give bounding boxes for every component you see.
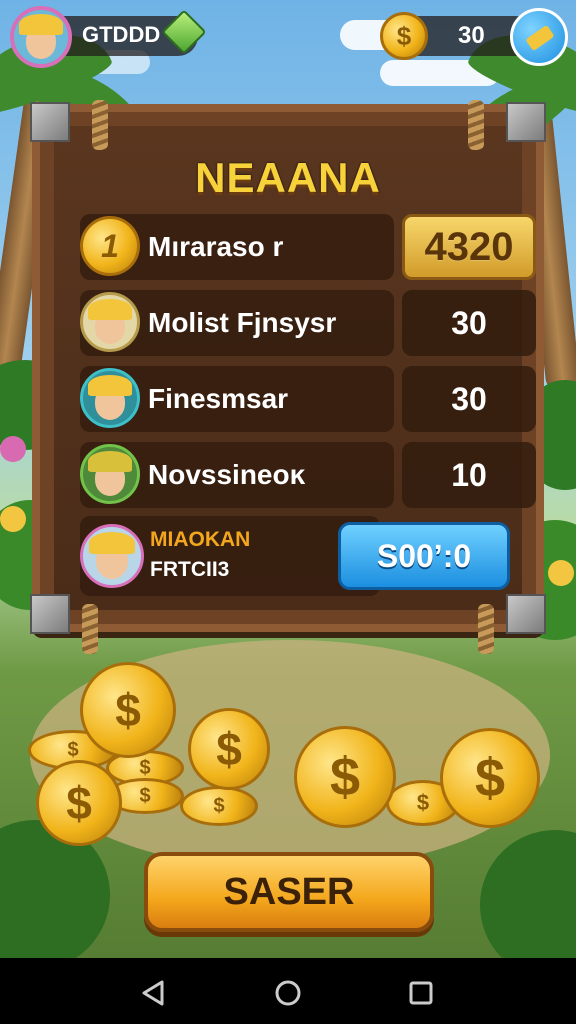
player-row: MIAOKAN FRTCII3 (80, 516, 380, 596)
home-icon[interactable] (273, 978, 303, 1008)
row-name: Mıraraso r (148, 231, 284, 262)
leaderboard-row[interactable]: Finesmsar 30 (80, 366, 536, 432)
flower (0, 506, 26, 532)
row-name: Novssineoĸ (148, 459, 306, 490)
avatar-icon (80, 444, 140, 504)
row-value: 10 (402, 442, 536, 508)
avatar-cap (88, 375, 132, 396)
player-row-line1: MIAOKAN (150, 528, 251, 551)
rope (82, 604, 98, 654)
dollar-coin-icon: $ (188, 708, 270, 790)
rope (468, 100, 484, 150)
flower (548, 560, 574, 586)
metal-corner (30, 102, 70, 142)
leaderboard-row[interactable]: 1 Mıraraso r 4320 (80, 214, 536, 280)
coin-icon: 1 (80, 216, 140, 276)
system-nav-bar (0, 958, 576, 1024)
leaderboard-title: NEAANA (195, 154, 381, 201)
main-action-button[interactable]: SASER (144, 852, 434, 932)
recents-icon[interactable] (406, 978, 436, 1008)
leaderboard-row[interactable]: Novssineoĸ 10 (80, 442, 536, 508)
row-name: Finesmsar (148, 383, 289, 414)
avatar-icon (80, 524, 144, 588)
add-coins-button[interactable] (510, 8, 568, 66)
coin-count: 30 (458, 22, 485, 49)
bush (480, 830, 576, 958)
leaderboard-row[interactable]: Molist Fjnsysr 30 (80, 290, 536, 356)
top-bar: GTDDD $ 30 (0, 0, 576, 76)
avatar-icon (80, 368, 140, 428)
metal-corner (506, 594, 546, 634)
row-value: 4320 (402, 214, 536, 280)
row-name: Molist Fjnsysr (148, 307, 337, 338)
back-icon[interactable] (138, 978, 168, 1008)
coin-icon: $ (380, 12, 428, 60)
dollar-coin-icon: $ (294, 726, 396, 828)
rope (478, 604, 494, 654)
avatar-cap (88, 451, 132, 472)
avatar-cap (88, 299, 132, 320)
arrow-icon (525, 24, 555, 52)
dollar-coin-icon: $ (80, 662, 176, 758)
player-score-button[interactable]: S00ʼ:0 (338, 522, 510, 590)
metal-corner (506, 102, 546, 142)
rope (92, 100, 108, 150)
player-row-line2: FRTCII3 (150, 558, 230, 581)
player-avatar[interactable] (10, 6, 72, 68)
avatar-icon (80, 292, 140, 352)
avatar-cap (88, 531, 136, 554)
coin-stack-icon: $ (180, 786, 258, 826)
dollar-coin-icon: $ (440, 728, 540, 828)
player-name: GTDDD (82, 22, 161, 47)
avatar-cap (19, 14, 63, 35)
dollar-coin-icon: $ (36, 760, 122, 846)
row-value: 30 (402, 290, 536, 356)
flower (0, 436, 26, 462)
row-value: 30 (402, 366, 536, 432)
metal-corner (30, 594, 70, 634)
leaderboard-panel: NEAANA 1 Mıraraso r 4320 Molist Fjnsysr … (30, 100, 546, 654)
